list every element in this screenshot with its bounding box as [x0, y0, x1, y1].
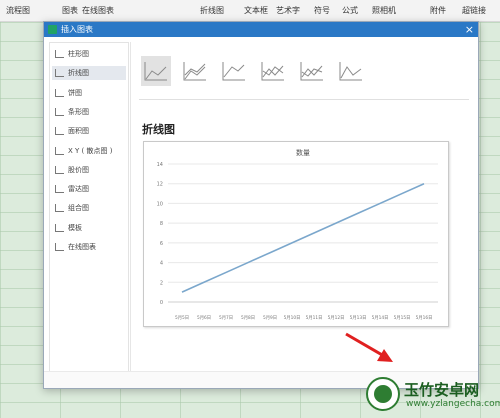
watermark-url: www.yzlangecha.com: [406, 399, 500, 409]
watermark-name: 玉竹安卓网: [404, 381, 480, 399]
watermark: 玉竹安卓网 www.yzlangecha.com: [366, 375, 500, 415]
red-arrow-annotation: [345, 332, 393, 362]
watermark-logo-icon: [366, 377, 400, 411]
